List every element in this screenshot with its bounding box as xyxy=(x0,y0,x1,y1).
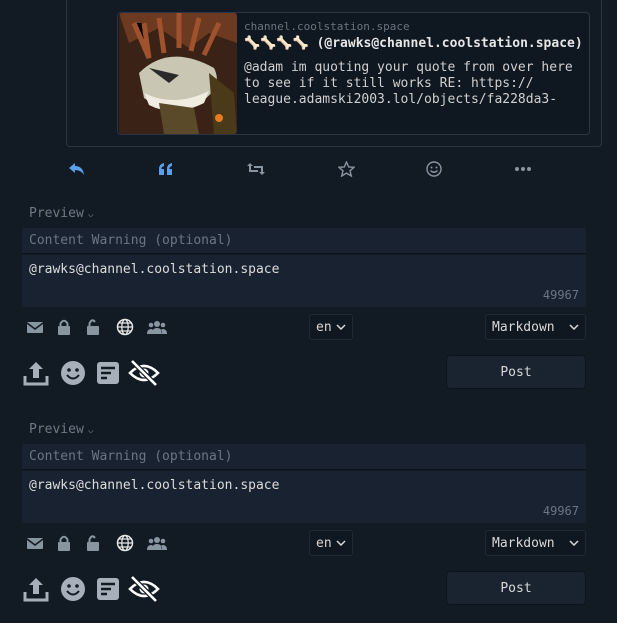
local-icon[interactable] xyxy=(147,318,167,336)
direct-message-icon[interactable] xyxy=(26,318,44,336)
preview-label: Preview xyxy=(29,206,84,221)
preview-toggle[interactable]: Preview ⌵ xyxy=(29,206,94,221)
globe-icon[interactable] xyxy=(116,318,134,336)
content-warning-input[interactable]: Content Warning (optional) xyxy=(22,444,586,470)
quote-host[interactable]: channel.coolstation.space xyxy=(244,20,410,33)
status-text: @rawks@channel.coolstation.space xyxy=(29,262,280,277)
language-select[interactable]: en xyxy=(309,530,353,556)
unlock-icon[interactable] xyxy=(84,318,102,336)
lock-icon[interactable] xyxy=(55,534,73,552)
post-button[interactable]: Post xyxy=(446,571,586,605)
chevron-down-icon: ⌵ xyxy=(87,209,94,220)
quote-icon[interactable] xyxy=(155,158,177,180)
status-textarea[interactable]: @rawks@channel.coolstation.space 49967 xyxy=(22,255,586,307)
character-counter: 49967 xyxy=(542,504,579,518)
upload-icon[interactable] xyxy=(22,359,50,387)
quote-author[interactable]: 🦴🦴🦴🦴 (@rawks@channel.coolstation.space) xyxy=(244,36,583,51)
lock-icon[interactable] xyxy=(55,318,73,336)
chevron-down-icon xyxy=(336,540,346,546)
format-value: Markdown xyxy=(492,319,555,335)
unlock-icon[interactable] xyxy=(84,534,102,552)
content-warning-input[interactable]: Content Warning (optional) xyxy=(22,228,586,254)
visibility-row: en Markdown xyxy=(22,314,586,340)
chevron-down-icon xyxy=(569,324,579,330)
chevron-down-icon: ⌵ xyxy=(87,425,94,436)
favorite-icon[interactable] xyxy=(335,158,357,180)
quote-avatar[interactable] xyxy=(119,13,237,134)
chevron-down-icon xyxy=(336,324,346,330)
quote-text: @adam im quoting your quote from over he… xyxy=(244,60,573,107)
more-icon[interactable] xyxy=(512,158,534,180)
post-button[interactable]: Post xyxy=(446,355,586,389)
language-select[interactable]: en xyxy=(309,314,353,340)
eye-slash-icon[interactable] xyxy=(127,575,161,603)
language-value: en xyxy=(316,535,332,551)
poll-icon[interactable] xyxy=(94,575,122,603)
poll-icon[interactable] xyxy=(94,359,122,387)
react-icon[interactable] xyxy=(423,158,445,180)
chevron-down-icon xyxy=(569,540,579,546)
direct-message-icon[interactable] xyxy=(26,534,44,552)
status-text: @rawks@channel.coolstation.space xyxy=(29,478,280,493)
language-value: en xyxy=(316,319,332,335)
eye-slash-icon[interactable] xyxy=(127,359,161,387)
format-select[interactable]: Markdown xyxy=(485,314,586,340)
status-textarea[interactable]: @rawks@channel.coolstation.space 49967 xyxy=(22,471,586,523)
preview-toggle[interactable]: Preview ⌵ xyxy=(29,422,94,437)
format-select[interactable]: Markdown xyxy=(485,530,586,556)
repeat-icon[interactable] xyxy=(245,158,267,180)
preview-label: Preview xyxy=(29,422,84,437)
character-counter: 49967 xyxy=(542,288,579,302)
globe-icon[interactable] xyxy=(116,534,134,552)
format-value: Markdown xyxy=(492,535,555,551)
status-actions xyxy=(0,158,617,180)
upload-icon[interactable] xyxy=(22,575,50,603)
emoji-icon[interactable] xyxy=(59,575,87,603)
reply-icon[interactable] xyxy=(66,158,88,180)
local-icon[interactable] xyxy=(147,534,167,552)
emoji-icon[interactable] xyxy=(59,359,87,387)
visibility-row: en Markdown xyxy=(22,530,586,556)
